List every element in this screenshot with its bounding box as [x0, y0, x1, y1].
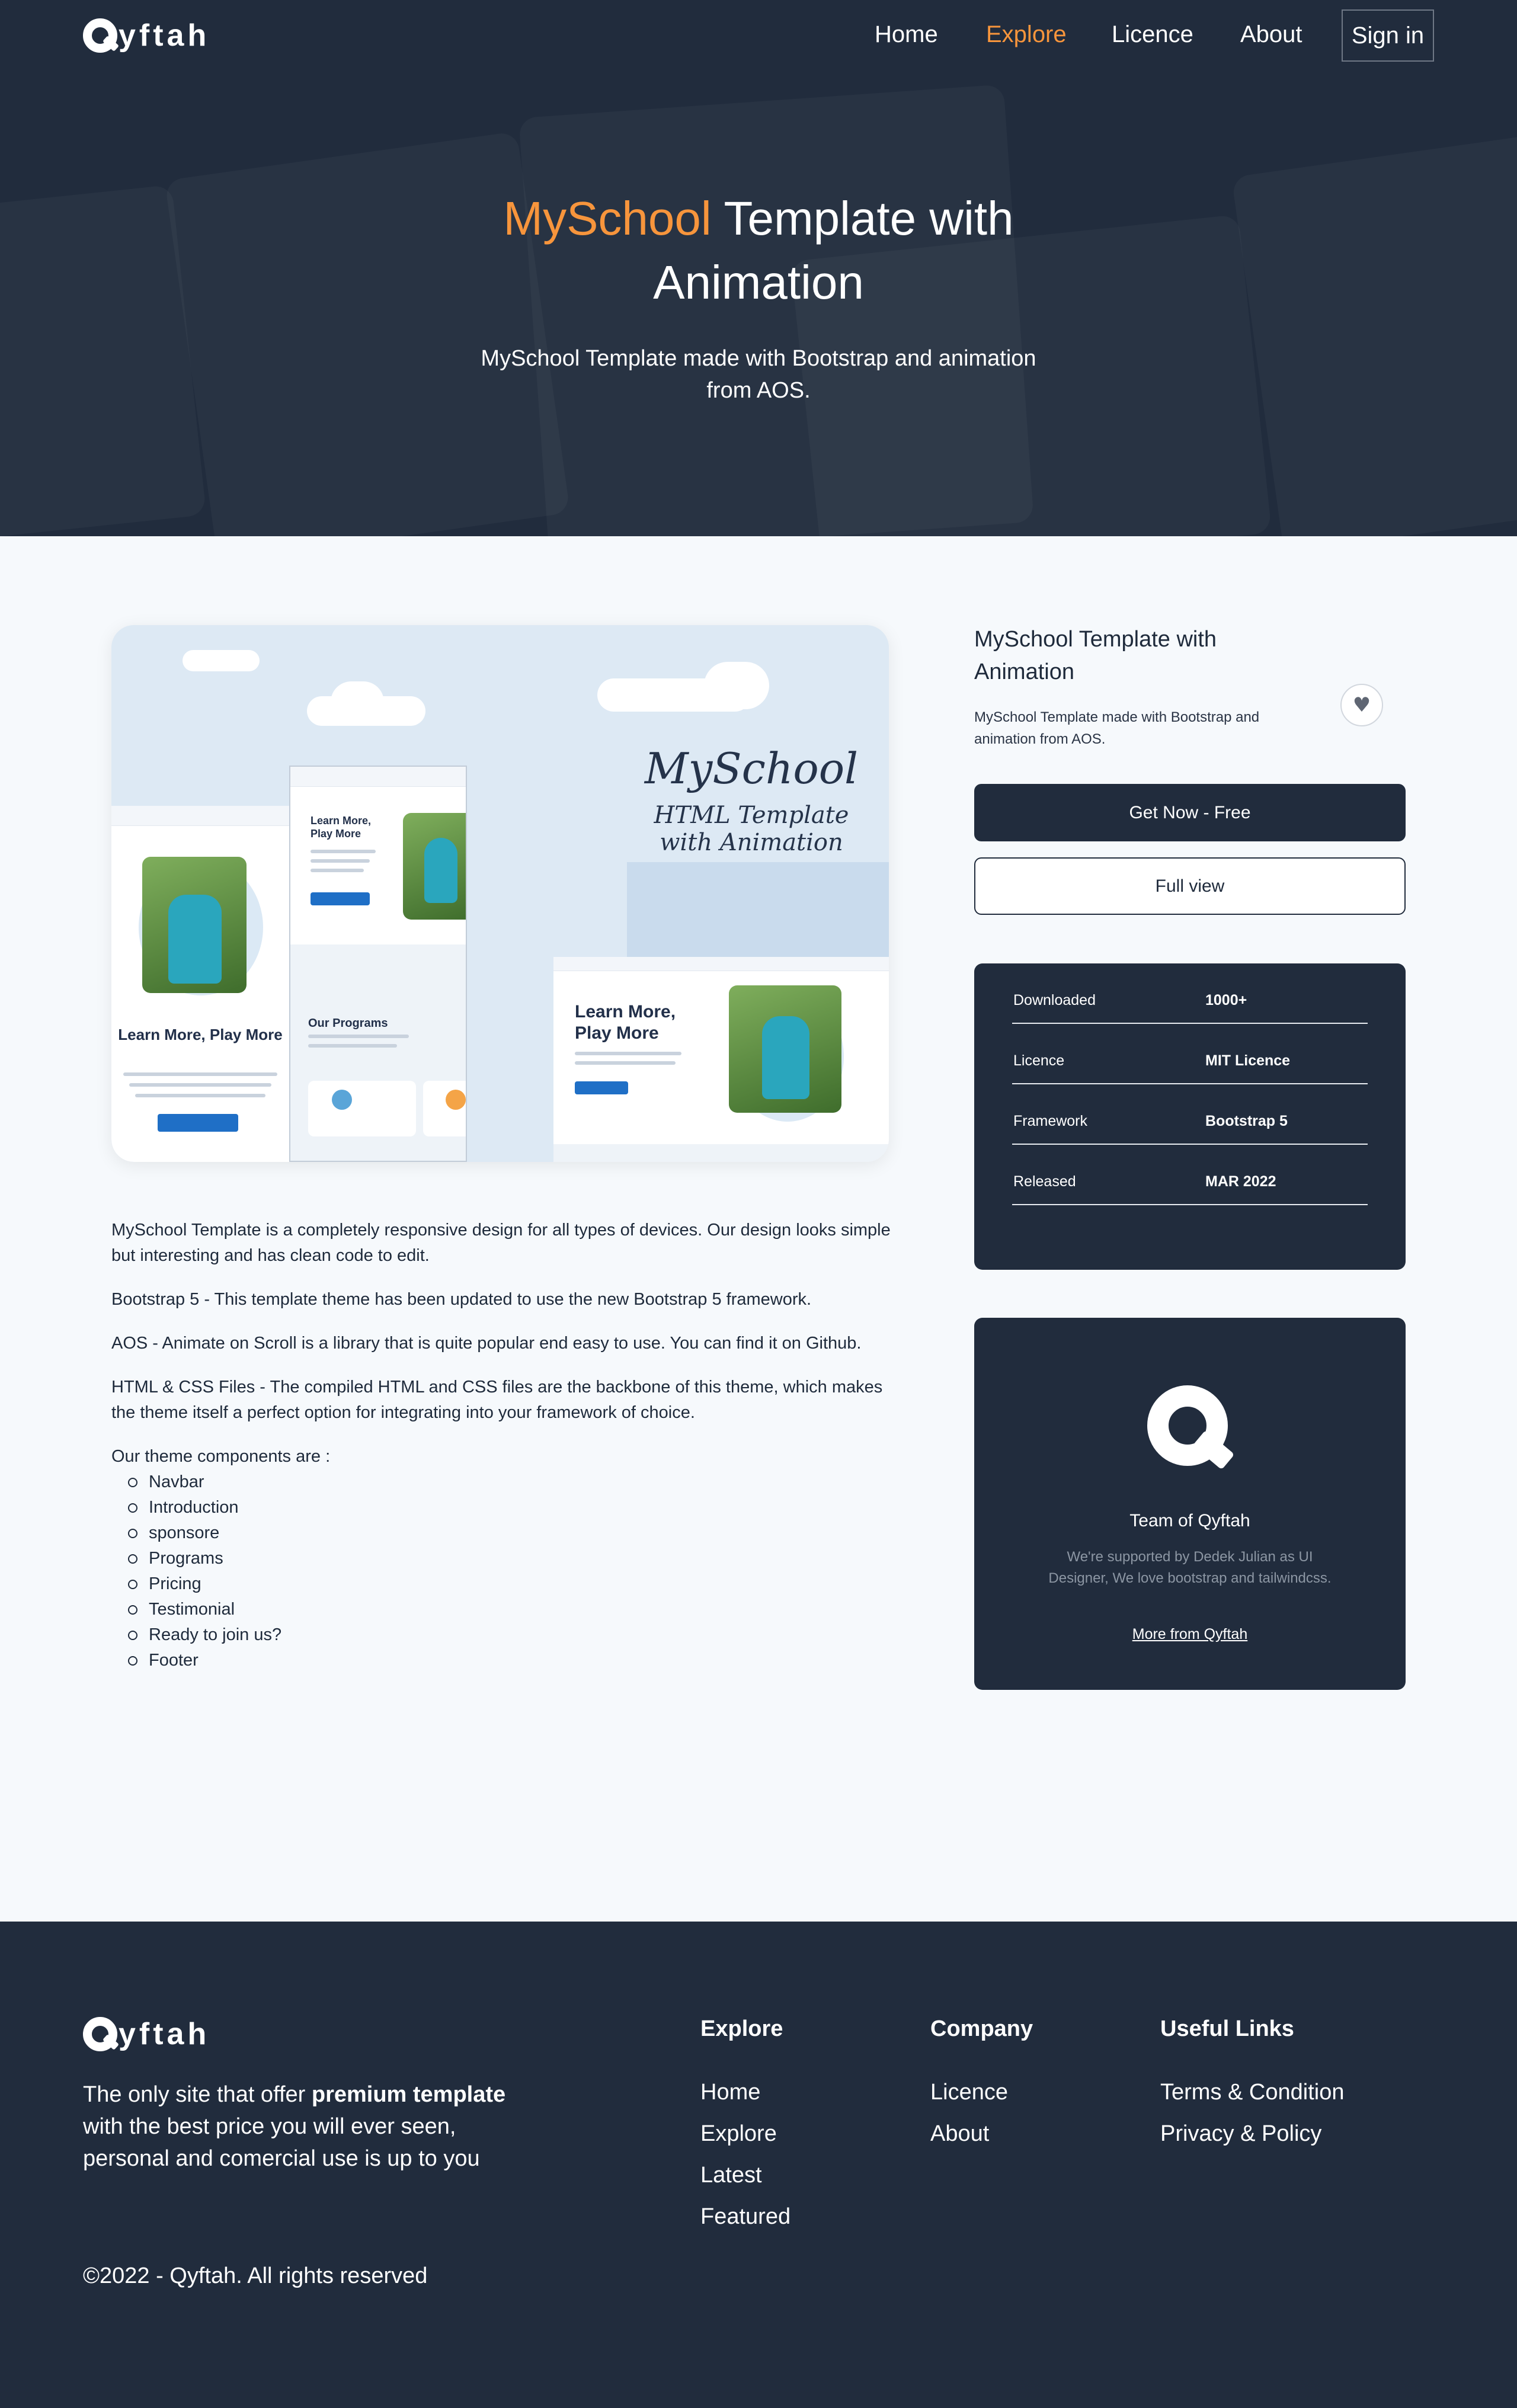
logo-text: yftah [119, 2017, 210, 2051]
team-card: Team of Qyftah We're supported by Dedek … [974, 1318, 1406, 1690]
info-key: Released [1013, 1173, 1076, 1190]
heart-icon: ♥ [1352, 693, 1371, 717]
nav-link-about[interactable]: About [1240, 21, 1302, 48]
product-title: MySchool Template with Animation [974, 627, 1217, 684]
preview-brand: MySchool HTML Template with Animation [627, 744, 876, 856]
nav-link-licence[interactable]: Licence [1112, 21, 1193, 48]
product-subtitle: MySchool Template made with Bootstrap an… [974, 709, 1260, 747]
get-now-button[interactable]: Get Now - Free [974, 784, 1406, 841]
template-preview-image[interactable]: MySchool HTML Template with Animation Le… [111, 625, 889, 1162]
description-paragraph: Bootstrap 5 - This template theme has be… [111, 1290, 812, 1309]
info-row: Licence MIT Licence [1012, 1024, 1368, 1084]
logo-text: yftah [119, 18, 210, 53]
footer-link[interactable]: Licence [930, 2071, 1033, 2113]
desktop-mockup: Learn More, Play More [553, 957, 889, 1162]
cloud-shape [183, 650, 260, 671]
info-row: Released MAR 2022 [1012, 1145, 1368, 1205]
full-view-button[interactable]: Full view [974, 857, 1406, 915]
footer-link[interactable]: Latest [700, 2154, 790, 2196]
info-key: Downloaded [1013, 992, 1096, 1008]
list-item: Programs [128, 1546, 905, 1571]
sign-in-button[interactable]: Sign in [1342, 9, 1434, 62]
list-item: Introduction [128, 1495, 905, 1520]
footer-column-title: Useful Links [1160, 2016, 1294, 2041]
list-item: sponsore [128, 1520, 905, 1546]
info-row: Framework Bootstrap 5 [1012, 1084, 1368, 1145]
footer-logo[interactable]: yftah [83, 2016, 210, 2052]
footer-link[interactable]: Explore [700, 2113, 790, 2154]
about-highlight: premium template [311, 2082, 506, 2107]
preview-brand-title: MySchool [644, 744, 859, 793]
more-from-link[interactable]: More from Qyftah [974, 1626, 1406, 1643]
hero-title: MySchool Template with Animation [0, 187, 1517, 315]
list-item: Testimonial [128, 1597, 905, 1622]
description-paragraph: AOS - Animate on Scroll is a library tha… [111, 1334, 862, 1353]
nav-link-explore[interactable]: Explore [986, 21, 1067, 48]
cloud-shape [331, 681, 384, 723]
footer-column-useful-links: Useful Links Terms & Condition Privacy &… [1160, 2016, 1344, 2154]
info-value: 1000+ [1205, 992, 1247, 1008]
footer-about: The only site that offer premium templat… [83, 2079, 510, 2175]
footer-column-explore: Explore Home Explore Latest Featured [700, 2016, 790, 2237]
description-paragraph: MySchool Template is a completely respon… [111, 1221, 891, 1265]
q-logo-icon [83, 18, 120, 53]
info-card: Downloaded 1000+ Licence MIT Licence Fra… [974, 963, 1406, 1270]
hero-title-rest: Template with [711, 192, 1014, 245]
favorite-button[interactable]: ♥ [1340, 684, 1383, 726]
list-item: Footer [128, 1648, 905, 1673]
components-title: Our theme components are : [111, 1447, 331, 1466]
hero-title-accent: MySchool [503, 192, 712, 245]
about-text: with the best price you will ever seen, … [83, 2114, 480, 2171]
footer-link[interactable]: Privacy & Policy [1160, 2113, 1344, 2154]
preview-brand-subtitle: HTML Template with Animation [654, 802, 849, 856]
footer-link[interactable]: Featured [700, 2196, 790, 2237]
copyright: ©2022 - Qyftah. All rights reserved [83, 2263, 428, 2288]
footer-link[interactable]: Home [700, 2071, 790, 2113]
navbar: yftah Home Explore Licence About Sign in [0, 0, 1517, 71]
cloud-shape [704, 662, 769, 709]
team-description: We're supported by Dedek Julian as UI De… [1048, 1549, 1332, 1586]
template-description: MySchool Template is a completely respon… [111, 1218, 905, 1673]
footer-link[interactable]: Terms & Condition [1160, 2071, 1344, 2113]
info-value: MAR 2022 [1205, 1173, 1276, 1190]
info-key: Framework [1013, 1113, 1088, 1129]
nav-link-home[interactable]: Home [875, 21, 938, 48]
description-paragraph: HTML & CSS Files - The compiled HTML and… [111, 1378, 883, 1422]
info-key: Licence [1013, 1052, 1065, 1069]
site-logo[interactable]: yftah [83, 18, 210, 53]
hero-title-line2: Animation [653, 256, 864, 309]
mobile-mockup: Learn More, Play More [111, 806, 289, 1162]
footer-column-company: Company Licence About [930, 2016, 1033, 2154]
mock-section-title: Our Programs [308, 1017, 388, 1030]
q-logo-icon [1147, 1385, 1235, 1471]
info-value: Bootstrap 5 [1205, 1113, 1288, 1129]
list-item: Ready to join us? [128, 1622, 905, 1648]
team-name: Team of Qyftah [1129, 1511, 1250, 1530]
footer: yftah The only site that offer premium t… [0, 1922, 1517, 2408]
footer-column-title: Company [930, 2016, 1033, 2041]
footer-link[interactable]: About [930, 2113, 1033, 2154]
q-logo-icon [83, 2017, 120, 2051]
list-item: Navbar [128, 1469, 905, 1495]
mock-heading: Learn More, Play More [118, 1026, 283, 1043]
info-row: Downloaded 1000+ [1012, 963, 1368, 1024]
tablet-mockup: Learn More, Play More Our Programs [289, 766, 467, 1162]
info-value: MIT Licence [1205, 1052, 1291, 1069]
about-text: The only site that offer [83, 2082, 312, 2107]
components-list: Navbar Introduction sponsore Programs Pr… [111, 1469, 905, 1673]
footer-column-title: Explore [700, 2016, 783, 2041]
list-item: Pricing [128, 1571, 905, 1597]
hero-subtitle: MySchool Template made with Bootstrap an… [481, 346, 1036, 403]
hero-section: yftah Home Explore Licence About Sign in… [0, 0, 1517, 536]
